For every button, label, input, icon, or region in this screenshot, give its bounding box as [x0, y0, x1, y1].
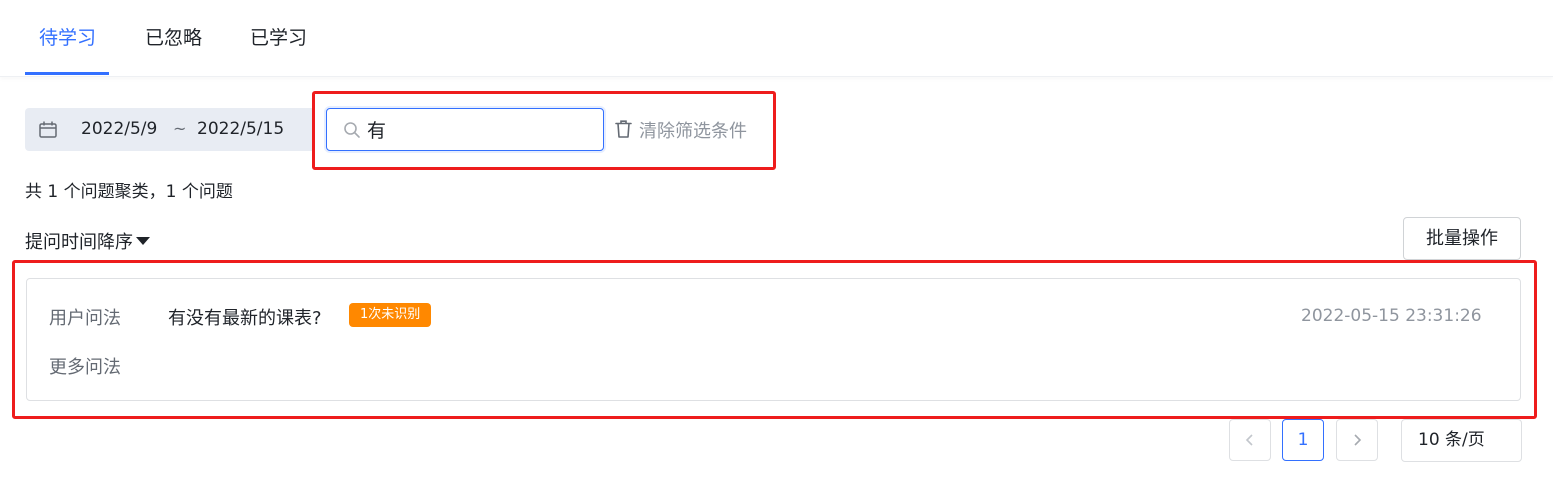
calendar-icon [39, 121, 57, 138]
highlight-box-card [12, 260, 1537, 419]
result-summary: 共 1 个问题聚类，1 个问题 [25, 182, 233, 202]
chevron-left-icon [1245, 434, 1253, 446]
sort-label: 提问时间降序 [25, 232, 133, 253]
page-size-select[interactable]: 10 条/页 [1401, 419, 1522, 462]
sort-caret-icon [136, 237, 150, 245]
chevron-right-icon [1354, 434, 1362, 446]
date-range-picker[interactable]: 2022/5/9 ~ 2022/5/15 [25, 108, 315, 151]
sort-dropdown[interactable]: 提问时间降序 [25, 228, 150, 254]
tab-ignored[interactable]: 已忽略 [145, 23, 202, 50]
prev-page-button[interactable] [1229, 419, 1271, 461]
tab-learned[interactable]: 已学习 [250, 23, 307, 50]
tab-to-learn[interactable]: 待学习 [39, 23, 96, 50]
active-tab-indicator [25, 72, 109, 75]
tab-bar: 待学习 已忽略 已学习 [0, 0, 1553, 77]
next-page-button[interactable] [1336, 419, 1378, 461]
highlight-box-search [312, 91, 776, 170]
date-end[interactable]: 2022/5/15 [197, 119, 284, 139]
page-1-button[interactable]: 1 [1282, 419, 1324, 461]
batch-operation-button[interactable]: 批量操作 [1403, 217, 1521, 260]
date-separator: ~ [173, 119, 187, 138]
date-start[interactable]: 2022/5/9 [81, 119, 157, 139]
